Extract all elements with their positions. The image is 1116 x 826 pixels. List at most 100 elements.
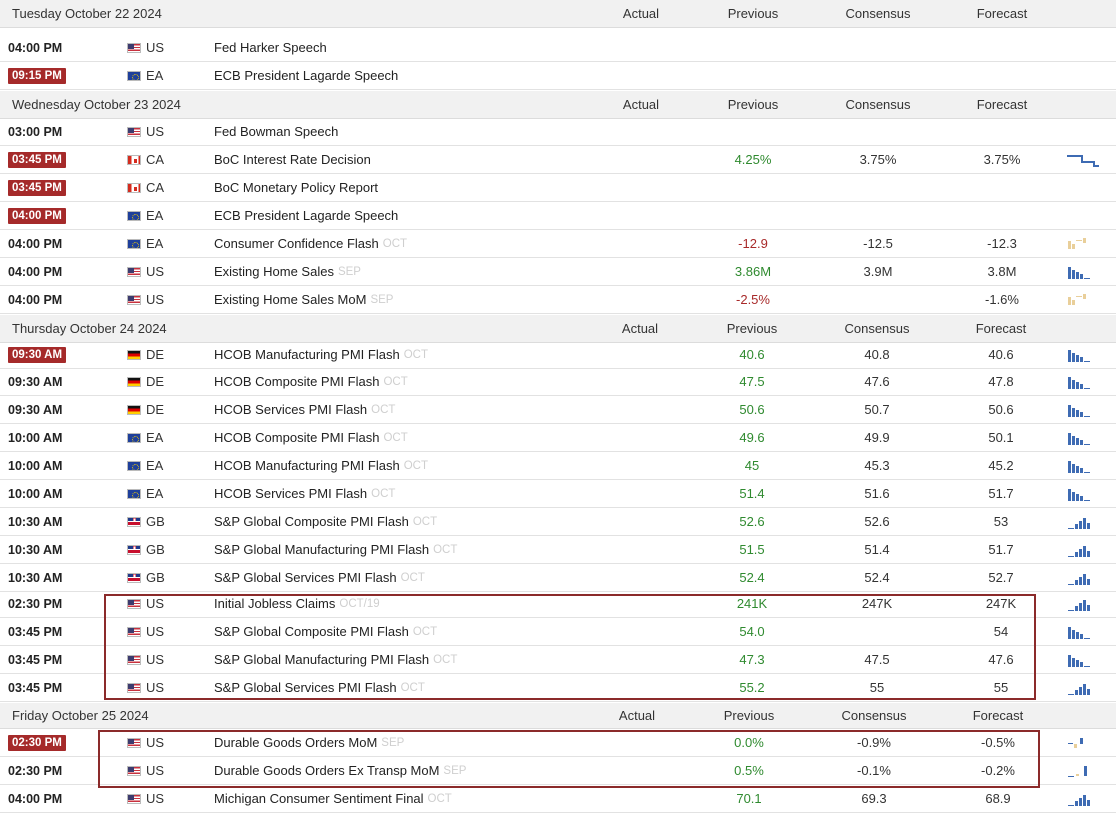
sparkline-icon (1068, 573, 1090, 585)
sparkline-chart[interactable] (1066, 396, 1102, 423)
event-row[interactable]: 09:30 AM DE HCOB Services PMI Flash OCT 50.6… (0, 396, 1116, 424)
event-name[interactable]: S&P Global Manufacturing PMI Flash OCT (214, 646, 457, 673)
event-row[interactable]: 04:00 PM EA ECB President Lagarde Speech (0, 202, 1116, 230)
event-row[interactable]: 04:00 PM US Existing Home Sales MoM SEP -2.5… (0, 286, 1116, 314)
event-title[interactable]: HCOB Composite PMI Flash (214, 430, 379, 445)
sparkline-chart[interactable] (1066, 729, 1102, 756)
event-row[interactable]: 10:30 AM GB S&P Global Services PMI Flash O… (0, 564, 1116, 592)
sparkline-chart[interactable] (1066, 452, 1102, 479)
sparkline-chart[interactable] (1066, 230, 1102, 257)
event-row[interactable]: 03:45 PM US S&P Global Services PMI Flash O… (0, 674, 1116, 702)
event-name[interactable]: Existing Home Sales MoM SEP (214, 286, 393, 313)
event-name[interactable]: HCOB Manufacturing PMI Flash OCT (214, 452, 428, 479)
sparkline-chart[interactable] (1066, 258, 1102, 285)
sparkline-chart[interactable] (1066, 146, 1102, 173)
event-title[interactable]: S&P Global Services PMI Flash (214, 680, 397, 695)
sparkline-chart[interactable] (1066, 341, 1102, 368)
sparkline-chart[interactable] (1066, 564, 1102, 591)
event-name[interactable]: BoC Interest Rate Decision (214, 146, 371, 173)
event-title[interactable]: BoC Monetary Policy Report (214, 180, 378, 195)
event-row[interactable]: 04:00 PM US Michigan Consumer Sentiment Fi… (0, 785, 1116, 813)
event-title[interactable]: ECB President Lagarde Speech (214, 208, 398, 223)
event-row[interactable]: 10:00 AM EA HCOB Manufacturing PMI Flash OC… (0, 452, 1116, 480)
sparkline-chart[interactable] (1066, 424, 1102, 451)
event-title[interactable]: Fed Harker Speech (214, 40, 327, 55)
event-title[interactable]: HCOB Composite PMI Flash (214, 374, 379, 389)
event-row[interactable]: 02:30 PM US Durable Goods Orders MoM SEP 0.0… (0, 729, 1116, 757)
sparkline-chart[interactable] (1066, 480, 1102, 507)
event-name[interactable]: Fed Harker Speech (214, 34, 327, 61)
event-name[interactable]: ECB President Lagarde Speech (214, 202, 398, 229)
event-row[interactable]: 03:45 PM US S&P Global Manufacturing PMI F… (0, 646, 1116, 674)
value-previous: 0.0% (734, 735, 764, 750)
event-name[interactable]: HCOB Composite PMI Flash OCT (214, 368, 408, 395)
event-row[interactable]: 03:45 PM US S&P Global Composite PMI Flash… (0, 618, 1116, 646)
sparkline-chart[interactable] (1066, 785, 1102, 812)
event-title[interactable]: S&P Global Manufacturing PMI Flash (214, 652, 429, 667)
event-title[interactable]: Fed Bowman Speech (214, 124, 338, 139)
event-name[interactable]: Consumer Confidence Flash OCT (214, 230, 407, 257)
event-row[interactable]: 04:00 PM EA Consumer Confidence Flash OCT -1… (0, 230, 1116, 258)
event-name[interactable]: HCOB Services PMI Flash OCT (214, 396, 395, 423)
sparkline-chart[interactable] (1066, 618, 1102, 645)
event-row[interactable]: 10:00 AM EA HCOB Composite PMI Flash OCT 49.… (0, 424, 1116, 452)
event-title[interactable]: S&P Global Manufacturing PMI Flash (214, 542, 429, 557)
event-row[interactable]: 03:45 PM CA BoC Monetary Policy Report (0, 174, 1116, 202)
event-title[interactable]: HCOB Services PMI Flash (214, 486, 367, 501)
event-row[interactable]: 09:30 AM DE HCOB Manufacturing PMI Flash OC… (0, 341, 1116, 369)
event-row[interactable]: 10:00 AM EA HCOB Services PMI Flash OCT 51.4… (0, 480, 1116, 508)
sparkline-chart[interactable] (1066, 646, 1102, 673)
event-title[interactable]: HCOB Services PMI Flash (214, 402, 367, 417)
event-name[interactable]: S&P Global Services PMI Flash OCT (214, 564, 425, 591)
sparkline-chart[interactable] (1066, 674, 1102, 701)
event-name[interactable]: Durable Goods Orders MoM SEP (214, 729, 404, 756)
column-header-forecast: Forecast (976, 97, 1028, 112)
event-title[interactable]: HCOB Manufacturing PMI Flash (214, 347, 400, 362)
event-name[interactable]: Michigan Consumer Sentiment Final OCT (214, 785, 452, 812)
sparkline-chart[interactable] (1066, 368, 1102, 395)
event-title[interactable]: S&P Global Composite PMI Flash (214, 624, 409, 639)
sparkline-chart[interactable] (1066, 757, 1102, 784)
event-name[interactable]: Durable Goods Orders Ex Transp MoM SEP (214, 757, 466, 784)
event-title[interactable]: Consumer Confidence Flash (214, 236, 379, 251)
event-title[interactable]: Durable Goods Orders Ex Transp MoM (214, 763, 439, 778)
sparkline-chart[interactable] (1066, 536, 1102, 563)
event-reference-period: OCT (400, 681, 425, 694)
event-row[interactable]: 10:30 AM GB S&P Global Composite PMI Flash… (0, 508, 1116, 536)
event-title[interactable]: Initial Jobless Claims (214, 596, 335, 611)
event-time: 10:30 AM (8, 564, 62, 591)
event-name[interactable]: Initial Jobless Claims OCT/19 (214, 590, 380, 617)
event-row[interactable]: 04:00 PM US Existing Home Sales SEP 3.86M 3.9… (0, 258, 1116, 286)
event-name[interactable]: HCOB Composite PMI Flash OCT (214, 424, 408, 451)
event-name[interactable]: HCOB Services PMI Flash OCT (214, 480, 395, 507)
event-row[interactable]: 10:30 AM GB S&P Global Manufacturing PMI F… (0, 536, 1116, 564)
event-name[interactable]: S&P Global Services PMI Flash OCT (214, 674, 425, 701)
event-name[interactable]: HCOB Manufacturing PMI Flash OCT (214, 341, 428, 368)
event-row[interactable]: 09:15 PM EA ECB President Lagarde Speech (0, 62, 1116, 90)
event-title[interactable]: Existing Home Sales MoM (214, 292, 366, 307)
event-name[interactable]: S&P Global Manufacturing PMI Flash OCT (214, 536, 457, 563)
event-name[interactable]: ECB President Lagarde Speech (214, 62, 398, 89)
sparkline-chart[interactable] (1066, 286, 1102, 313)
event-name[interactable]: BoC Monetary Policy Report (214, 174, 378, 201)
event-row[interactable]: 03:45 PM CA BoC Interest Rate Decision 4.25… (0, 146, 1116, 174)
event-title[interactable]: S&P Global Composite PMI Flash (214, 514, 409, 529)
event-name[interactable]: S&P Global Composite PMI Flash OCT (214, 508, 437, 535)
event-title[interactable]: ECB President Lagarde Speech (214, 68, 398, 83)
event-title[interactable]: BoC Interest Rate Decision (214, 152, 371, 167)
event-row[interactable]: 09:30 AM DE HCOB Composite PMI Flash OCT 47.… (0, 368, 1116, 396)
event-name[interactable]: Existing Home Sales SEP (214, 258, 361, 285)
event-row[interactable]: 03:00 PM US Fed Bowman Speech (0, 118, 1116, 146)
event-title[interactable]: S&P Global Services PMI Flash (214, 570, 397, 585)
event-title[interactable]: Durable Goods Orders MoM (214, 735, 377, 750)
event-title[interactable]: HCOB Manufacturing PMI Flash (214, 458, 400, 473)
event-name[interactable]: Fed Bowman Speech (214, 118, 338, 145)
event-row[interactable]: 04:00 PM US Fed Harker Speech (0, 34, 1116, 62)
event-title[interactable]: Michigan Consumer Sentiment Final (214, 791, 424, 806)
event-row[interactable]: 02:30 PM US Durable Goods Orders Ex Transp… (0, 757, 1116, 785)
sparkline-chart[interactable] (1066, 508, 1102, 535)
event-title[interactable]: Existing Home Sales (214, 264, 334, 279)
event-name[interactable]: S&P Global Composite PMI Flash OCT (214, 618, 437, 645)
sparkline-chart[interactable] (1066, 590, 1102, 617)
event-row[interactable]: 02:30 PM US Initial Jobless Claims OCT/19 24… (0, 590, 1116, 618)
